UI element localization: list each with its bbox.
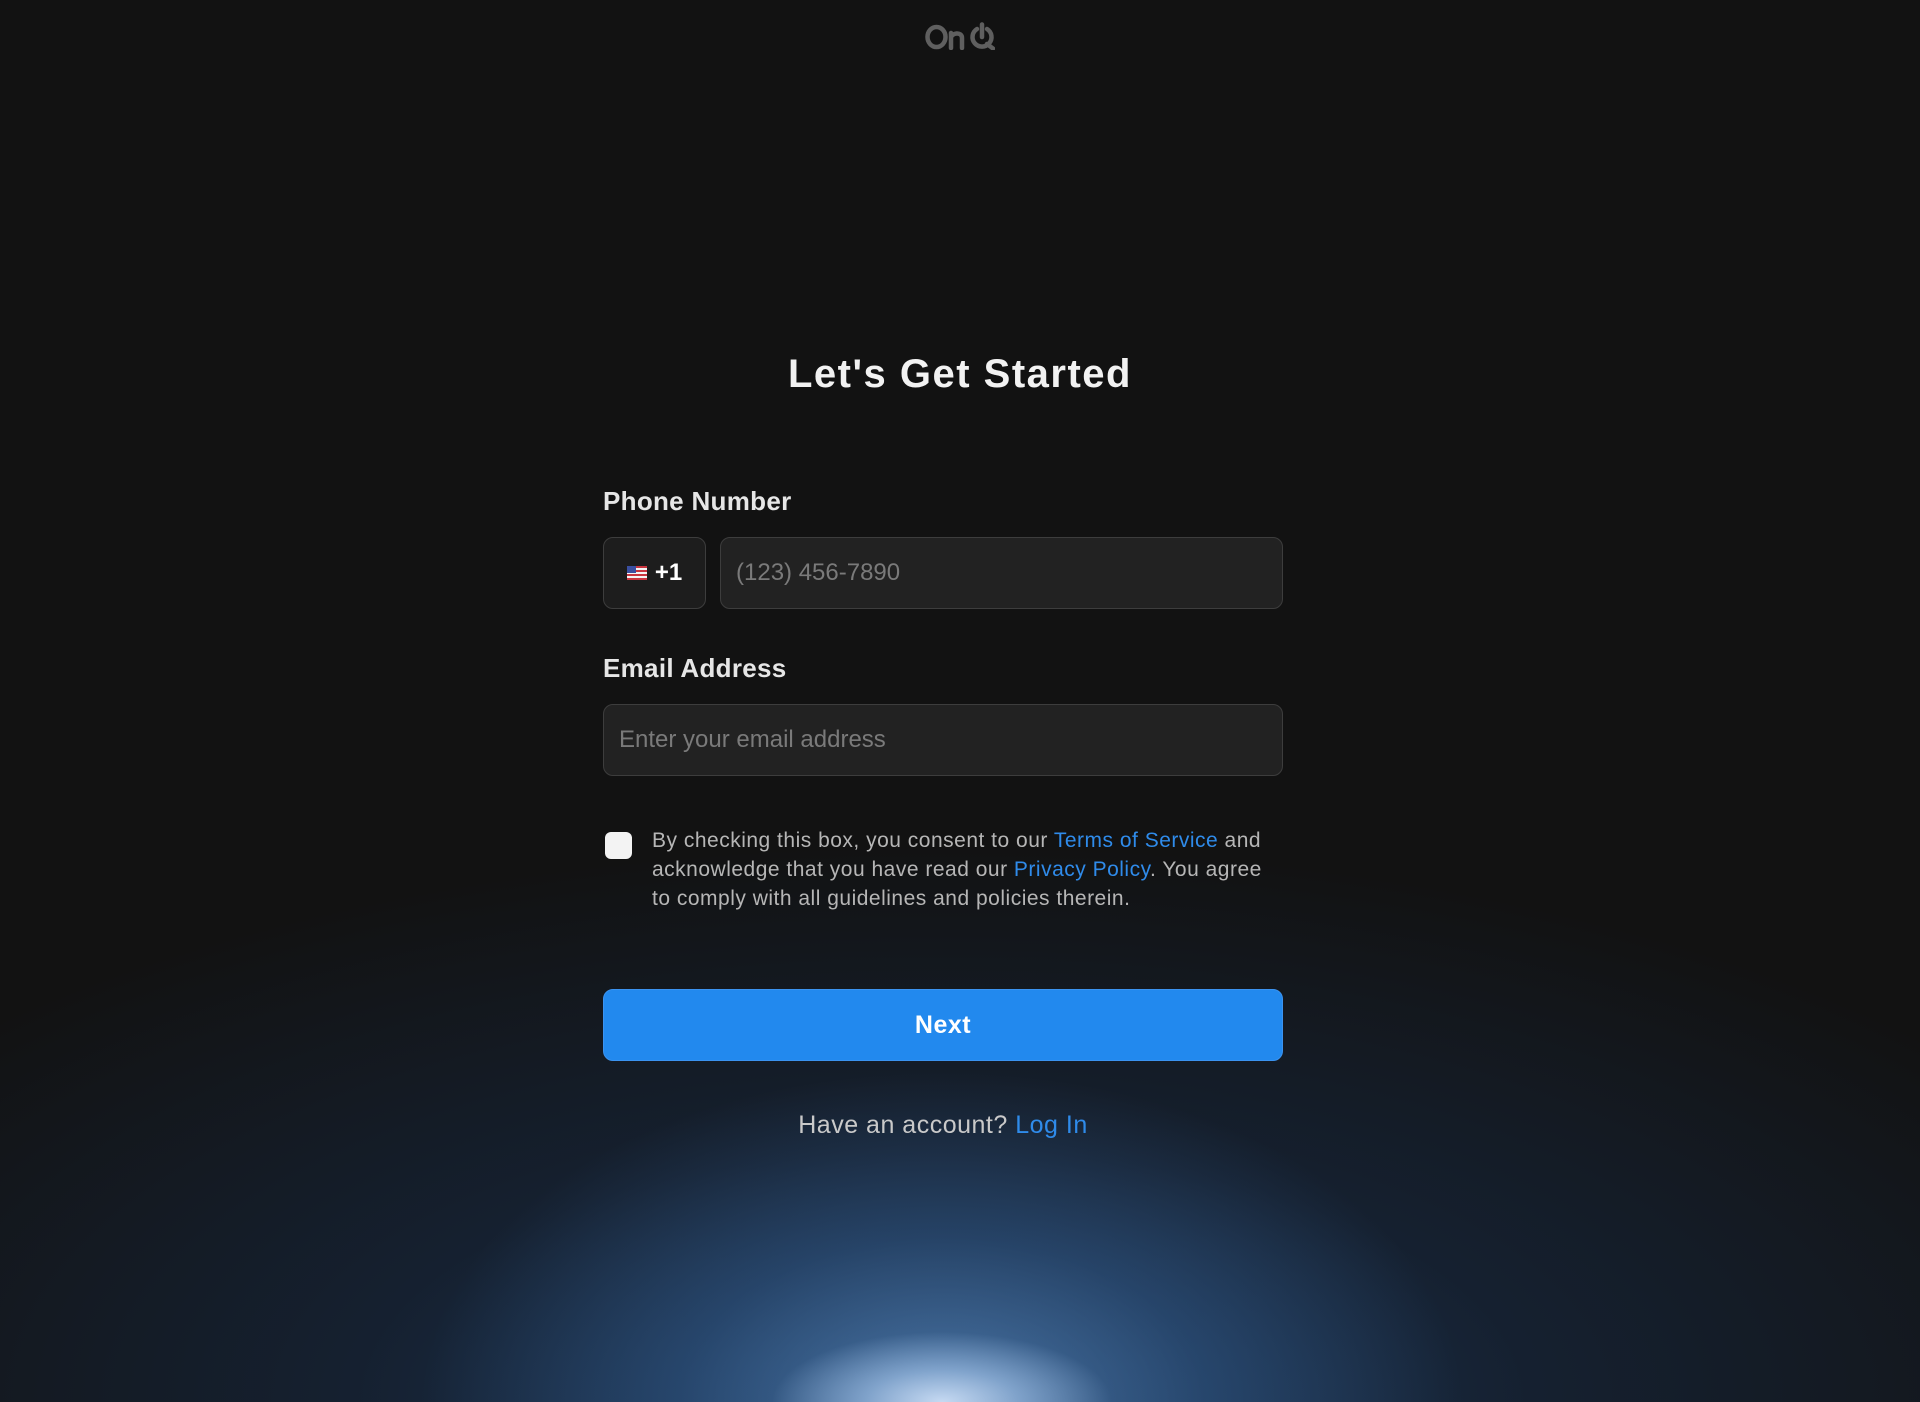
country-code: +1 xyxy=(654,559,683,586)
next-button[interactable]: Next xyxy=(603,989,1283,1061)
login-prompt-text: Have an account? xyxy=(798,1111,1008,1139)
country-code-select[interactable]: +1 xyxy=(603,537,706,609)
phone-number-input[interactable] xyxy=(720,537,1283,609)
login-prompt: Have an account? Log In xyxy=(603,1111,1283,1140)
consent-text: By checking this box, you consent to our… xyxy=(652,826,1272,913)
email-address-label: Email Address xyxy=(603,653,787,683)
signup-form: Phone Number +1 Email Address By checkin… xyxy=(603,486,1283,1140)
privacy-policy-link[interactable]: Privacy Policy xyxy=(1014,858,1150,881)
email-input[interactable] xyxy=(603,704,1283,776)
consent-row: By checking this box, you consent to our… xyxy=(603,826,1283,913)
terms-of-service-link[interactable]: Terms of Service xyxy=(1054,829,1218,852)
consent-checkbox[interactable] xyxy=(605,832,632,859)
us-flag-icon xyxy=(626,566,647,580)
page-title: Let's Get Started xyxy=(788,352,1132,396)
onq-logo-icon xyxy=(925,22,995,50)
consent-text-intro: By checking this box, you consent to our xyxy=(652,829,1054,852)
phone-number-row: +1 xyxy=(603,537,1283,609)
phone-number-label: Phone Number xyxy=(603,486,792,516)
onq-logo xyxy=(0,22,1920,55)
log-in-link[interactable]: Log In xyxy=(1015,1111,1088,1139)
